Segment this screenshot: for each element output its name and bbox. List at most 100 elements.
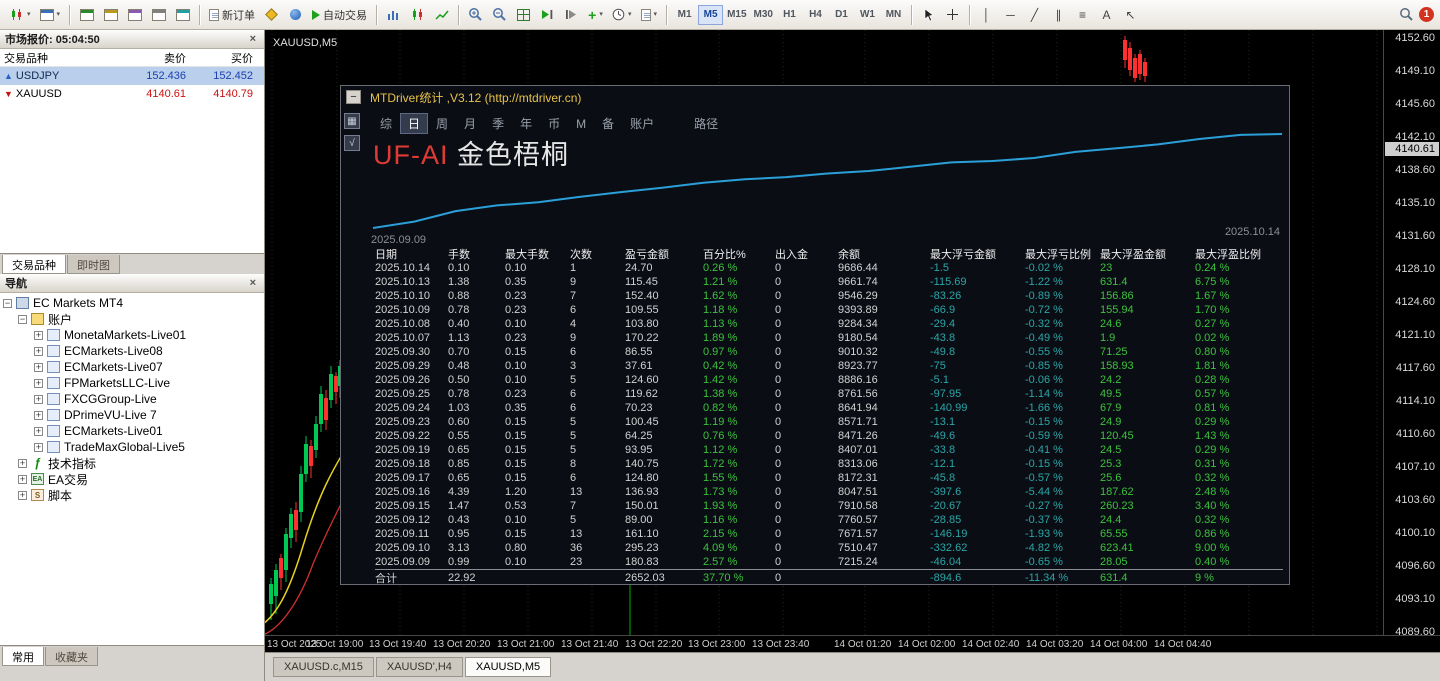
navigator-experts[interactable]: + EA EA交易 [0, 471, 264, 487]
timeframe-m30-button[interactable]: M30 [751, 5, 776, 25]
navigator-account[interactable]: + FPMarketsLLC-Live [0, 375, 264, 391]
stats-tab[interactable]: M [568, 115, 594, 133]
column-bid[interactable]: 卖价 [112, 50, 190, 66]
time-axis[interactable]: 13 Oct 2025 13 Oct 19:00 13 Oct 19:40 13 Oc… [265, 635, 1440, 652]
stats-tab[interactable]: 季 [484, 113, 512, 134]
templates-button[interactable]: ▾ [637, 3, 662, 27]
stats-tab[interactable]: 月 [456, 113, 484, 134]
close-icon[interactable]: × [247, 277, 259, 289]
search-button[interactable] [1395, 3, 1418, 27]
navigator-account[interactable]: + MonetaMarkets-Live01 [0, 327, 264, 343]
navigator-toggle-button[interactable] [123, 3, 146, 27]
stats-tab[interactable]: 币 [540, 113, 568, 134]
zoom-out-button[interactable] [488, 3, 511, 27]
periods-button[interactable]: ▾ [608, 3, 636, 27]
navigator-bottom-tab[interactable]: 常用 [2, 647, 44, 666]
expand-icon[interactable]: + [34, 362, 43, 372]
chart-window-tab[interactable]: XAUUSD',H4 [375, 657, 463, 677]
new-order-button[interactable]: 新订单 [205, 3, 259, 27]
vertical-line-button[interactable]: │ [975, 3, 998, 27]
auto-trading-button[interactable]: 自动交易 [308, 3, 371, 27]
navigator-account[interactable]: + FXCGGroup-Live [0, 391, 264, 407]
arrow-tools-button[interactable]: ↖ [1119, 3, 1142, 27]
horizontal-line-button[interactable]: ─ [999, 3, 1022, 27]
close-icon[interactable]: × [247, 33, 259, 45]
expand-icon[interactable]: + [18, 490, 27, 500]
data-window-toggle-button[interactable] [99, 3, 122, 27]
expand-icon[interactable]: + [34, 330, 43, 340]
collapse-icon[interactable]: − [18, 314, 27, 324]
minimize-button[interactable]: − [346, 90, 361, 104]
timeframe-m15-button[interactable]: M15 [724, 5, 749, 25]
stats-tab[interactable]: 备 [594, 113, 622, 134]
navigator-account[interactable]: + TradeMaxGlobal-Live5 [0, 439, 264, 455]
crosshair-button[interactable] [941, 3, 964, 27]
indicators-button[interactable]: + ▾ [584, 3, 607, 27]
stats-settings-button[interactable]: ▦ [344, 113, 360, 129]
chart-window-tab[interactable]: XAUUSD.c,M15 [273, 657, 374, 677]
timeframe-w1-button[interactable]: W1 [855, 5, 880, 25]
navigator-root[interactable]: − EC Markets MT4 [0, 295, 264, 311]
expand-icon[interactable]: + [18, 474, 27, 484]
timeframe-m1-button[interactable]: M1 [672, 5, 697, 25]
chart-bars-button[interactable] [382, 3, 405, 27]
stats-tab[interactable]: 综 [372, 113, 400, 134]
market-watch-row[interactable]: ▼ XAUUSD 4140.61 4140.79 [0, 85, 264, 103]
fibonacci-button[interactable]: ≡ [1071, 3, 1094, 27]
navigator-account[interactable]: + ECMarkets-Live01 [0, 423, 264, 439]
cursor-button[interactable] [917, 3, 940, 27]
expand-icon[interactable]: + [34, 410, 43, 420]
market-watch-toggle-button[interactable] [75, 3, 98, 27]
chart-window-tab[interactable]: XAUUSD,M5 [464, 657, 552, 677]
stats-confirm-button[interactable]: √ [344, 135, 360, 151]
expand-icon[interactable]: + [34, 426, 43, 436]
chart-line-button[interactable] [430, 3, 453, 27]
navigator-account[interactable]: + ECMarkets-Live08 [0, 343, 264, 359]
channel-button[interactable]: ∥ [1047, 3, 1070, 27]
strategy-tester-toggle-button[interactable] [171, 3, 194, 27]
auto-scroll-button[interactable] [536, 3, 559, 27]
mtdriver-stats-panel[interactable]: − MTDriver统计 ,V3.12 (http://mtdriver.cn)… [340, 85, 1290, 585]
new-chart-button[interactable]: ▾ [6, 3, 35, 27]
timeframe-d1-button[interactable]: D1 [829, 5, 854, 25]
timeframe-h1-button[interactable]: H1 [777, 5, 802, 25]
price-scale[interactable]: 4152.60 4149.10 4145.60 4142.10 4138.60 4135.… [1383, 30, 1440, 638]
timeframe-mn-button[interactable]: MN [881, 5, 906, 25]
market-watch-tab[interactable]: 即时图 [67, 255, 120, 274]
stats-tab[interactable]: 周 [428, 113, 456, 134]
navigator-accounts-folder[interactable]: − 账户 [0, 311, 264, 327]
timeframe-m5-button[interactable]: M5 [698, 4, 724, 25]
expand-icon[interactable]: + [34, 346, 43, 356]
market-watch-row[interactable]: ▲ USDJPY 152.436 152.452 [0, 67, 264, 85]
chart-window[interactable]: XAUUSD,M5 − MTDriver统计 ,V3.12 (http://mt… [265, 30, 1440, 652]
expand-icon[interactable]: + [34, 378, 43, 388]
column-ask[interactable]: 买价 [190, 50, 257, 66]
navigator-scripts[interactable]: + S 脚本 [0, 487, 264, 503]
expand-icon[interactable]: + [18, 458, 27, 468]
navigator-account[interactable]: + ECMarkets-Live07 [0, 359, 264, 375]
tile-windows-button[interactable] [512, 3, 535, 27]
trendline-button[interactable]: ╱ [1023, 3, 1046, 27]
terminal-toggle-button[interactable] [147, 3, 170, 27]
column-symbol[interactable]: 交易品种 [0, 50, 112, 66]
stats-tab[interactable]: 账户 [622, 113, 662, 134]
chart-candlesticks-button[interactable] [406, 3, 429, 27]
navigator-bottom-tab[interactable]: 收藏夹 [45, 647, 98, 666]
expand-icon[interactable]: + [34, 394, 43, 404]
stats-tab[interactable]: 年 [512, 113, 540, 134]
stats-tab[interactable]: 路径 [686, 113, 726, 134]
text-button[interactable]: A [1095, 3, 1118, 27]
stats-tab[interactable]: 日 [400, 113, 429, 134]
profiles-button[interactable]: ▾ [36, 3, 65, 27]
expand-icon[interactable]: + [34, 442, 43, 452]
metaeditor-button[interactable] [260, 3, 283, 27]
collapse-icon[interactable]: − [3, 298, 12, 308]
notification-badge[interactable]: 1 [1419, 7, 1434, 22]
market-watch-tab[interactable]: 交易品种 [2, 255, 66, 274]
timeframe-h4-button[interactable]: H4 [803, 5, 828, 25]
navigator-indicators[interactable]: + ƒ 技术指标 [0, 455, 264, 471]
chart-shift-button[interactable] [560, 3, 583, 27]
zoom-in-button[interactable] [464, 3, 487, 27]
navigator-account[interactable]: + DPrimeVU-Live 7 [0, 407, 264, 423]
community-button[interactable] [284, 3, 307, 27]
